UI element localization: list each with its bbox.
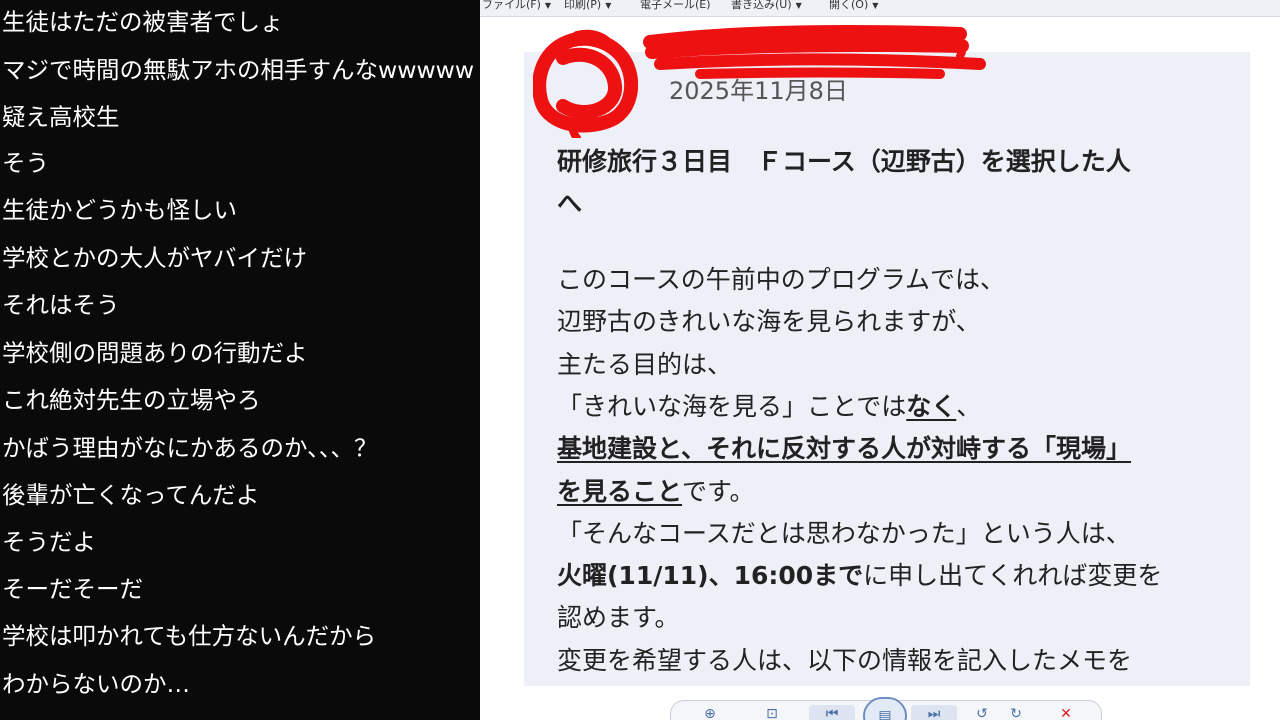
chevron-down-icon: ▼ bbox=[795, 1, 802, 10]
comment-text: 学校は叩かれても仕方ないんだから bbox=[2, 622, 377, 650]
message-line: 「そんなコースだとは思わなかった」という人は、 bbox=[557, 519, 1131, 548]
comment-text: かばう理由がなにかあるのか、、、？ bbox=[2, 434, 378, 462]
comment-text: 生徒かどうかも怪しい bbox=[2, 196, 237, 224]
message-line: を見ることです。 bbox=[557, 477, 755, 506]
menu-email[interactable]: 電子メール(E) bbox=[640, 0, 711, 13]
message-title: 研修旅行３日目 Ｆコース（辺野古）を選択した人 bbox=[557, 147, 1131, 176]
menu-burn[interactable]: 書き込み(U) ▼ bbox=[731, 0, 802, 13]
page-view-icon[interactable]: ▤ bbox=[863, 697, 907, 720]
message-line: 「きれいな海を見る」ことではなく、 bbox=[557, 392, 982, 421]
message-title-cont: へ bbox=[557, 189, 583, 218]
menu-bar: ファイル(F) ▼ 印刷(P) ▼ 電子メール(E) 書き込み(U) ▼ 開く(O) ▼ bbox=[480, 0, 1280, 17]
message-line: 火曜(11/11)、16:00までに申し出てくれれば変更を bbox=[557, 561, 1163, 590]
zoom-in-icon[interactable]: ⊕ bbox=[701, 705, 719, 720]
message-line: 主たる目的は、 bbox=[557, 350, 733, 379]
chevron-down-icon: ▼ bbox=[605, 1, 612, 10]
comment-text: そうだよ bbox=[2, 528, 96, 556]
redaction-scribble-name bbox=[643, 25, 986, 79]
menu-file[interactable]: ファイル(F) ▼ bbox=[482, 0, 551, 13]
comment-text: これ絶対先生の立場やろ bbox=[2, 386, 261, 414]
comment-text: そーだそーだ bbox=[2, 575, 143, 603]
comment-panel: 生徒はただの被害者でしょ マジで時間の無駄アホの相手すんなwwwww 疑え高校生… bbox=[0, 0, 480, 720]
message-line: 変更を希望する人は、以下の情報を記入したメモを bbox=[557, 646, 1133, 675]
fit-page-icon[interactable]: ⊡ bbox=[763, 705, 781, 720]
menu-open[interactable]: 開く(O) ▼ bbox=[829, 0, 878, 13]
delete-icon[interactable]: ✕ bbox=[1057, 705, 1075, 720]
comment-text: マジで時間の無駄アホの相手すんなwwwww bbox=[2, 56, 475, 84]
chevron-down-icon: ▼ bbox=[544, 1, 552, 10]
viewer-toolbar: ⊕ ⊡ ⏮ ▤ ⏭ ↺ ↻ ✕ bbox=[670, 697, 1102, 720]
menu-print[interactable]: 印刷(P) ▼ bbox=[564, 0, 611, 13]
rotate-left-icon[interactable]: ↺ bbox=[973, 705, 991, 720]
comment-text: 生徒はただの被害者でしょ bbox=[2, 8, 284, 36]
message-line: 辺野古のきれいな海を見られますが、 bbox=[557, 307, 981, 336]
comment-text: 学校側の問題ありの行動だよ bbox=[2, 339, 308, 367]
first-page-icon[interactable]: ⏮ bbox=[809, 705, 855, 720]
comment-text: 後輩が亡くなってんだよ bbox=[2, 481, 260, 509]
comment-text: そう bbox=[2, 149, 49, 177]
message-line-emphasis: 基地建設と、それに反対する人が対峙する「現場」 bbox=[557, 434, 1132, 463]
comment-text: それはそう bbox=[2, 291, 120, 319]
redaction-scribble-avatar bbox=[533, 29, 638, 138]
comment-text: 疑え高校生 bbox=[2, 103, 120, 131]
document-photo: 2025年11月8日 研修旅行３日目 Ｆコース（辺野古）を選択した人 へ このコ… bbox=[524, 52, 1250, 686]
last-page-icon[interactable]: ⏭ bbox=[911, 705, 957, 720]
rotate-right-icon[interactable]: ↻ bbox=[1007, 705, 1025, 720]
comment-text: わからないのか… bbox=[2, 670, 190, 698]
message-line: このコースの午前中のプログラムでは、 bbox=[557, 265, 1006, 294]
chevron-down-icon: ▼ bbox=[872, 1, 879, 10]
comment-text: 学校とかの大人がヤバイだけ bbox=[2, 244, 308, 272]
message-line: 認めます。 bbox=[557, 603, 680, 632]
